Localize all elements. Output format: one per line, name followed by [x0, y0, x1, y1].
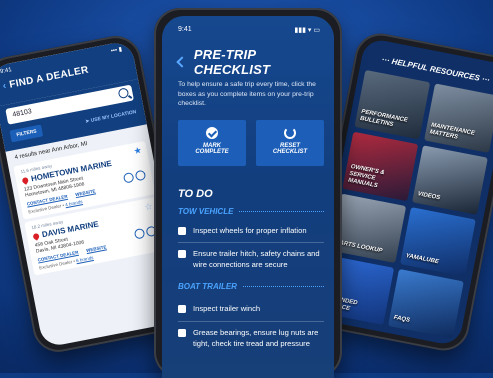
section-divider	[239, 211, 324, 212]
resource-tile-label: MAINTENANCE MATTERS	[429, 122, 475, 144]
page-title-text: PRE-TRIP CHECKLIST	[193, 47, 271, 77]
back-chevron-icon[interactable]: ‹	[2, 80, 8, 91]
status-time: 9:41	[178, 26, 192, 33]
search-value: 48103	[11, 108, 33, 119]
checklist-item[interactable]: Grease bearings, ensure lug nuts are tig…	[178, 327, 324, 349]
checklist-item-text: Inspect wheels for proper inflation	[193, 226, 307, 235]
checklist-item[interactable]: Inspect trailer winch	[178, 303, 324, 314]
checkbox[interactable]	[178, 226, 186, 235]
use-location-link[interactable]: ➤ USE MY LOCATION	[85, 109, 137, 125]
checklist-screen: 9:41 ▮▮▮ ▾ ▭ PRE-TRIP CHECKLIST To help …	[162, 16, 334, 378]
filters-button[interactable]: FILTERS	[9, 124, 44, 143]
resource-tile[interactable]: FAQS	[388, 268, 464, 339]
section-divider	[242, 286, 324, 287]
brands-link[interactable]: 4 brands	[65, 199, 83, 207]
favorite-star-icon[interactable]: ★	[133, 145, 143, 157]
todo-heading: TO DO	[178, 188, 213, 200]
reset-checklist-label-2: CHECKLIST	[272, 149, 308, 155]
check-circle-icon	[206, 127, 218, 139]
use-location-label: USE MY LOCATION	[90, 109, 137, 124]
resource-tile-label-line: VIDEOS	[417, 191, 441, 202]
checklist-item-text: Grease bearings, ensure lug nuts are tig…	[193, 328, 319, 348]
location-pin-icon	[31, 231, 41, 241]
page-title: PRE-TRIP CHECKLIST	[176, 47, 334, 77]
resource-tile-label: PARTS LOOKUP	[335, 239, 383, 255]
status-icons: ••• ▮	[110, 46, 123, 55]
section-boat-trailer: BOAT TRAILER	[178, 282, 324, 291]
checkbox[interactable]	[178, 328, 186, 337]
resource-tile-label-line: YAMALUBE	[405, 253, 440, 266]
status-time: 9:41	[0, 67, 13, 76]
back-chevron-icon[interactable]	[176, 56, 188, 68]
resource-tile-label: FAQS	[393, 315, 410, 325]
item-divider	[178, 242, 324, 243]
section-tow-vehicle: TOW VEHICLE	[178, 207, 324, 216]
page-title-text: FIND A DEALER	[8, 64, 90, 91]
phone-checklist: 9:41 ▮▮▮ ▾ ▭ PRE-TRIP CHECKLIST To help …	[154, 8, 342, 378]
checkbox[interactable]	[178, 304, 186, 313]
intro-text: To help ensure a safe trip every time, c…	[178, 81, 316, 107]
resource-tile-label: PERFORMANCE BULLETINS	[359, 109, 408, 132]
page-title: ‹ FIND A DEALER	[2, 65, 90, 92]
resource-tile[interactable]: PERFORMANCE BULLETINS	[354, 69, 431, 140]
checklist-item-text: Inspect trailer winch	[193, 304, 261, 313]
checklist-item-text: Ensure trailer hitch, safety chains and …	[193, 249, 320, 269]
checklist-item[interactable]: Ensure trailer hitch, safety chains and …	[178, 248, 324, 270]
location-pin-icon	[21, 175, 30, 185]
resource-tile-label: OWNER'S & SERVICE MANUALS	[347, 164, 385, 191]
search-icon[interactable]	[117, 87, 130, 100]
resource-tile[interactable]: MAINTENANCE MATTERS	[424, 83, 493, 153]
resource-tile-label: VIDEOS	[417, 191, 441, 202]
resource-tile[interactable]: OWNER'S & SERVICE MANUALS	[342, 131, 419, 202]
section-title: TOW VEHICLE	[178, 207, 234, 216]
resource-tile-label-line: FAQS	[393, 314, 411, 324]
mark-complete-button[interactable]: MARK COMPLETE	[178, 120, 246, 166]
item-divider	[178, 321, 324, 322]
resource-tile[interactable]: YAMALUBE	[400, 207, 476, 277]
reset-icon	[284, 127, 296, 139]
resource-tile[interactable]: VIDEOS	[412, 145, 488, 215]
mark-complete-label-2: COMPLETE	[195, 149, 229, 155]
resource-tile-label-line: PARTS LOOKUP	[335, 239, 383, 255]
status-icons: ▮▮▮ ▾ ▭	[294, 27, 320, 34]
checkbox[interactable]	[178, 249, 186, 258]
resource-tile-label: YAMALUBE	[405, 253, 439, 266]
section-title: BOAT TRAILER	[178, 282, 237, 291]
reset-checklist-button[interactable]: RESET CHECKLIST	[256, 120, 324, 166]
brands-link[interactable]: 6 brands	[76, 255, 94, 263]
favorite-star-icon[interactable]: ☆	[144, 201, 154, 213]
checklist-item[interactable]: Inspect wheels for proper inflation	[178, 225, 324, 236]
